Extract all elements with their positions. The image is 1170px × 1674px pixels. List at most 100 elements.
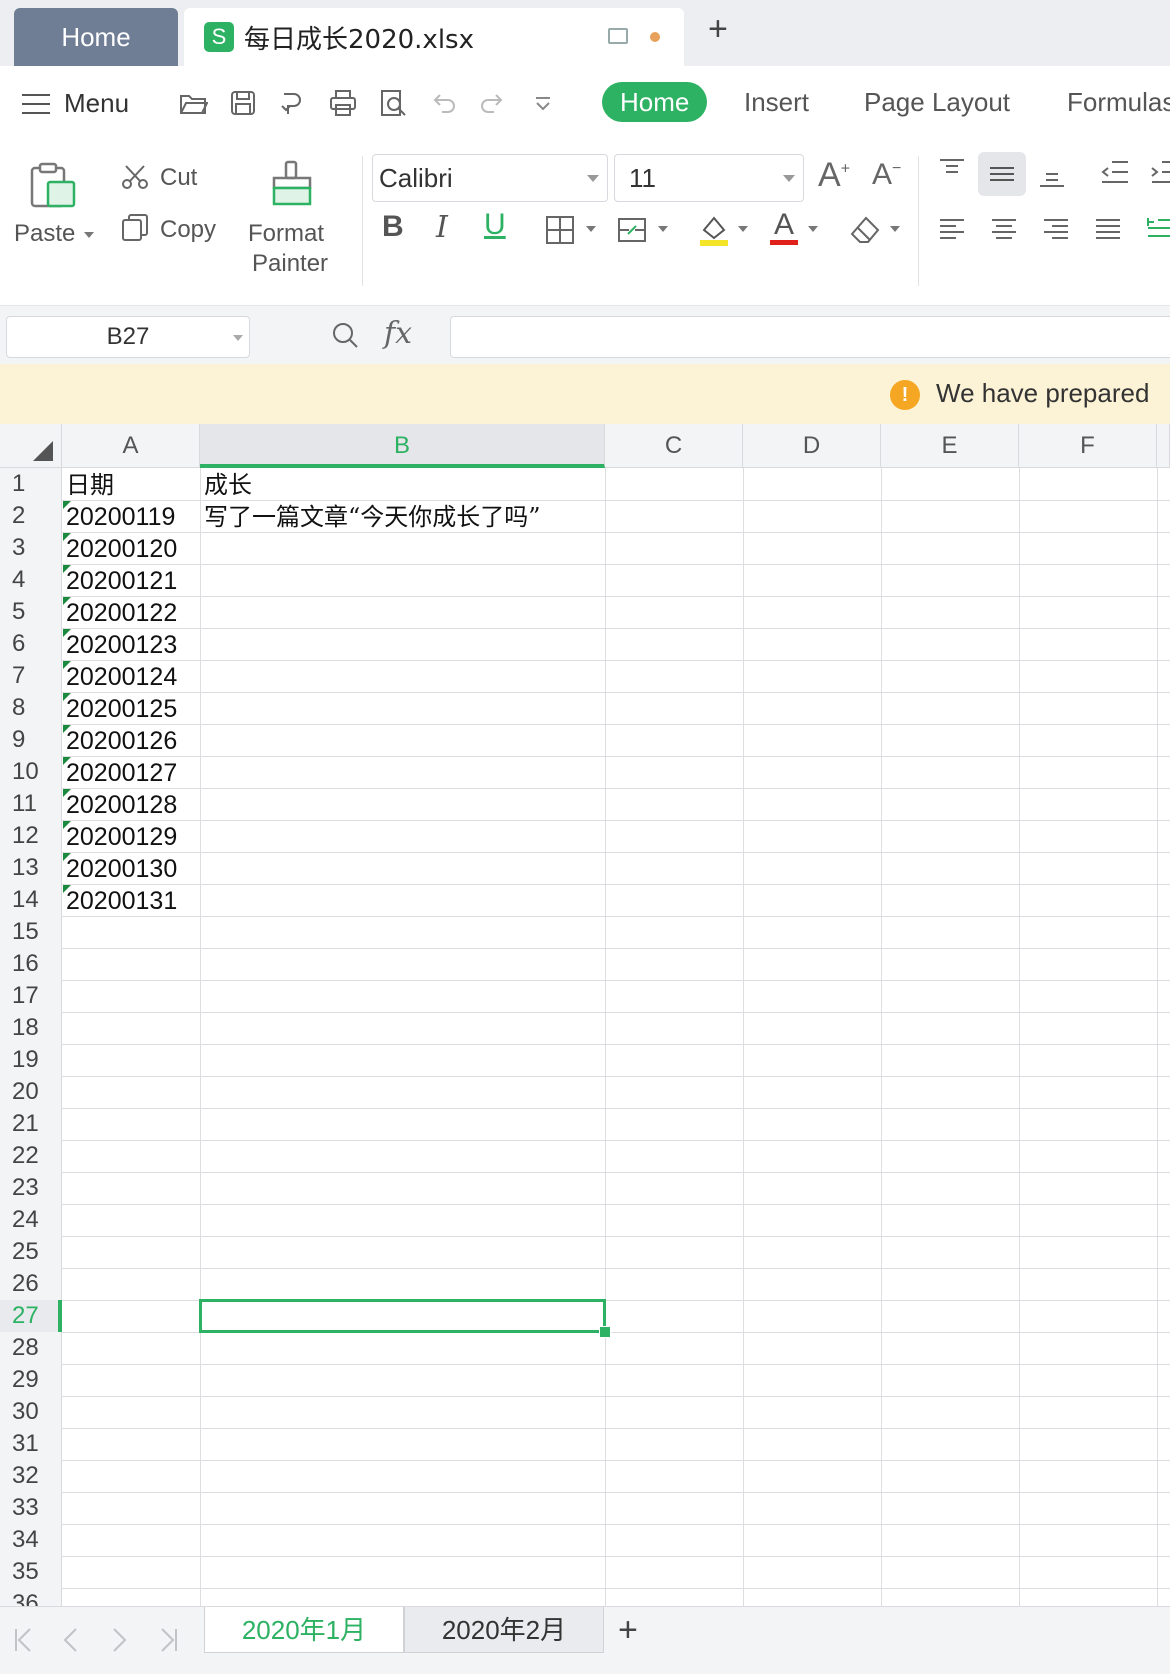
row-header-23[interactable]: 23 bbox=[0, 1172, 62, 1204]
sheet-tab-jan[interactable]: 2020年1月 bbox=[204, 1607, 404, 1653]
column-header-e[interactable]: E bbox=[881, 424, 1019, 468]
row-header-32[interactable]: 32 bbox=[0, 1460, 62, 1492]
row-header-3[interactable]: 3 bbox=[0, 532, 62, 564]
copy-button[interactable]: Copy bbox=[160, 216, 216, 244]
selected-cell-outline[interactable] bbox=[199, 1299, 606, 1333]
tab-formulas[interactable]: Formulas bbox=[1067, 82, 1170, 122]
format-painter-line2[interactable]: Painter bbox=[252, 250, 328, 278]
row-header-2[interactable]: 2 bbox=[0, 500, 62, 532]
sheet-tab-feb[interactable]: 2020年2月 bbox=[404, 1607, 604, 1653]
italic-button[interactable]: I bbox=[436, 210, 448, 245]
save-icon[interactable] bbox=[228, 88, 258, 118]
row-header-4[interactable]: 4 bbox=[0, 564, 62, 596]
monitor-icon[interactable] bbox=[608, 28, 628, 44]
spreadsheet-grid[interactable]: A B C D E F 1 日期 成长 2 20200119 写了一篇文章“今天你成长了吗” 3 2020… bbox=[0, 424, 1170, 1606]
row-header-29[interactable]: 29 bbox=[0, 1364, 62, 1396]
export-icon[interactable] bbox=[278, 88, 308, 118]
grow-font-icon[interactable]: A+ bbox=[818, 156, 850, 195]
row-header-8[interactable]: 8 bbox=[0, 692, 62, 724]
cell-a2[interactable]: 20200119 bbox=[62, 500, 175, 532]
row-header-36[interactable]: 36 bbox=[0, 1588, 62, 1606]
customize-toolbar-icon[interactable] bbox=[528, 88, 558, 118]
cell-a12[interactable]: 20200129 bbox=[62, 820, 177, 852]
print-icon[interactable] bbox=[328, 88, 358, 118]
row-header-16[interactable]: 16 bbox=[0, 948, 62, 980]
column-header-c[interactable]: C bbox=[605, 424, 743, 468]
distributed-icon[interactable] bbox=[1144, 214, 1170, 246]
cell-a7[interactable]: 20200124 bbox=[62, 660, 177, 692]
row-header-21[interactable]: 21 bbox=[0, 1108, 62, 1140]
row-header-17[interactable]: 17 bbox=[0, 980, 62, 1012]
cell-a13[interactable]: 20200130 bbox=[62, 852, 177, 884]
insert-function-button[interactable]: fx bbox=[384, 316, 412, 351]
add-sheet-button[interactable]: + bbox=[618, 1611, 638, 1650]
row-header-9[interactable]: 9 bbox=[0, 724, 62, 756]
font-color-dropdown-caret[interactable] bbox=[808, 226, 818, 232]
font-color-icon[interactable]: A bbox=[770, 208, 798, 245]
row-header-35[interactable]: 35 bbox=[0, 1556, 62, 1588]
row-header-31[interactable]: 31 bbox=[0, 1428, 62, 1460]
column-header-partial[interactable] bbox=[1157, 424, 1170, 468]
new-tab-button[interactable]: + bbox=[708, 10, 728, 49]
home-tab[interactable]: Home bbox=[14, 8, 178, 66]
cell-a11[interactable]: 20200128 bbox=[62, 788, 177, 820]
borders-dropdown-caret[interactable] bbox=[586, 226, 596, 232]
menu-button[interactable]: Menu bbox=[22, 88, 129, 119]
tab-home[interactable]: Home bbox=[602, 82, 708, 122]
cell-a9[interactable]: 20200126 bbox=[62, 724, 177, 756]
row-header-24[interactable]: 24 bbox=[0, 1204, 62, 1236]
row-header-28[interactable]: 28 bbox=[0, 1332, 62, 1364]
increase-indent-icon[interactable] bbox=[1148, 156, 1170, 188]
scissors-icon[interactable] bbox=[120, 162, 150, 192]
row-header-13[interactable]: 13 bbox=[0, 852, 62, 884]
format-painter-line1[interactable]: Format bbox=[248, 220, 324, 248]
column-header-b[interactable]: B bbox=[200, 424, 605, 468]
row-header-11[interactable]: 11 bbox=[0, 788, 62, 820]
cell-a14[interactable]: 20200131 bbox=[62, 884, 177, 916]
print-preview-icon[interactable] bbox=[378, 88, 408, 118]
open-folder-icon[interactable] bbox=[178, 88, 208, 118]
align-top-icon[interactable] bbox=[936, 156, 968, 188]
row-header-26[interactable]: 26 bbox=[0, 1268, 62, 1300]
row-header-18[interactable]: 18 bbox=[0, 1012, 62, 1044]
cut-button[interactable]: Cut bbox=[160, 164, 197, 192]
row-header-27[interactable]: 27 bbox=[0, 1300, 62, 1332]
previous-sheet-icon[interactable] bbox=[58, 1625, 84, 1655]
next-sheet-icon[interactable] bbox=[106, 1625, 132, 1655]
shrink-font-icon[interactable]: A− bbox=[872, 158, 901, 192]
cell-a1[interactable]: 日期 bbox=[62, 468, 114, 500]
paste-icon[interactable] bbox=[28, 162, 78, 210]
column-header-a[interactable]: A bbox=[62, 424, 200, 468]
cell-reference-box[interactable]: B27 bbox=[6, 316, 250, 358]
row-header-6[interactable]: 6 bbox=[0, 628, 62, 660]
row-header-15[interactable]: 15 bbox=[0, 916, 62, 948]
format-painter-icon[interactable] bbox=[270, 160, 314, 208]
last-sheet-icon[interactable] bbox=[156, 1625, 182, 1655]
cell-b1[interactable]: 成长 bbox=[200, 468, 252, 500]
redo-icon[interactable] bbox=[478, 88, 508, 118]
paste-button[interactable]: Paste bbox=[14, 220, 75, 248]
tab-page-layout[interactable]: Page Layout bbox=[864, 82, 1010, 122]
formula-input[interactable] bbox=[450, 316, 1170, 358]
column-header-f[interactable]: F bbox=[1019, 424, 1157, 468]
row-header-20[interactable]: 20 bbox=[0, 1076, 62, 1108]
fill-handle[interactable] bbox=[599, 1326, 611, 1338]
align-bottom-icon[interactable] bbox=[1036, 156, 1068, 188]
file-tab[interactable]: S 每日成长2020.xlsx bbox=[184, 8, 684, 66]
merge-cells-icon[interactable] bbox=[616, 214, 648, 246]
row-header-12[interactable]: 12 bbox=[0, 820, 62, 852]
merge-dropdown-caret[interactable] bbox=[658, 226, 668, 232]
row-header-25[interactable]: 25 bbox=[0, 1236, 62, 1268]
first-sheet-icon[interactable] bbox=[10, 1625, 36, 1655]
cell-a8[interactable]: 20200125 bbox=[62, 692, 177, 724]
borders-icon[interactable] bbox=[544, 214, 576, 246]
fill-color-dropdown-caret[interactable] bbox=[738, 226, 748, 232]
row-header-22[interactable]: 22 bbox=[0, 1140, 62, 1172]
row-header-14[interactable]: 14 bbox=[0, 884, 62, 916]
fill-color-icon[interactable] bbox=[696, 212, 732, 248]
tab-insert[interactable]: Insert bbox=[744, 82, 809, 122]
justify-icon[interactable] bbox=[1092, 214, 1124, 246]
row-header-33[interactable]: 33 bbox=[0, 1492, 62, 1524]
align-right-icon[interactable] bbox=[1040, 214, 1072, 246]
undo-icon[interactable] bbox=[428, 88, 458, 118]
